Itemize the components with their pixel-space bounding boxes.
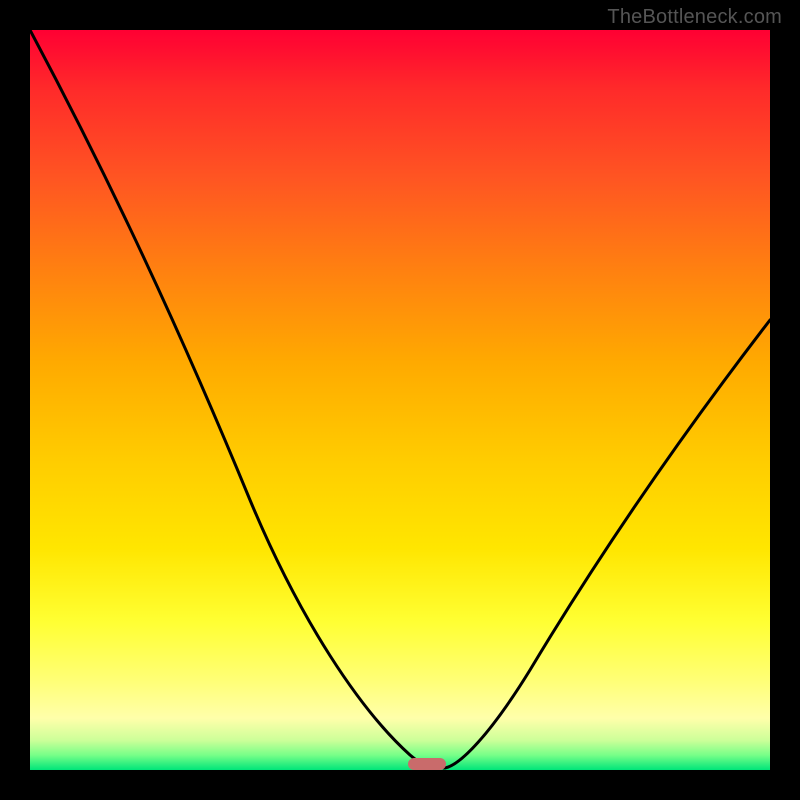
watermark-text: TheBottleneck.com [607,6,782,29]
plot-area [30,30,770,770]
min-marker [408,758,446,770]
chart-root: TheBottleneck.com [0,0,800,800]
curve-svg [30,30,770,770]
bottleneck-curve [30,30,770,768]
